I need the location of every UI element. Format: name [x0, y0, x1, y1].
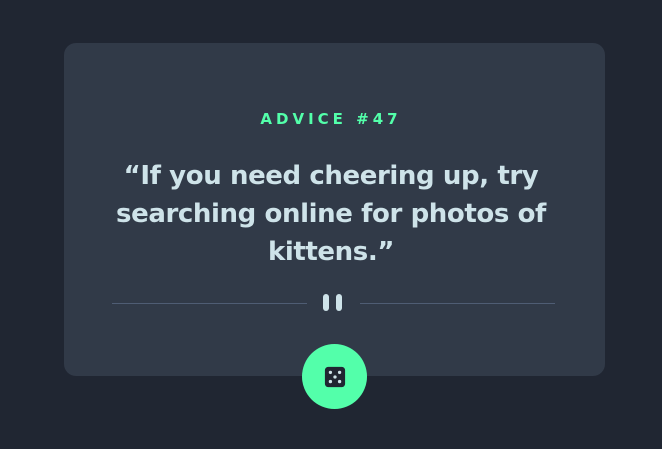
- advice-quote: “If you need cheering up, try searching …: [116, 161, 546, 267]
- pause-bar-right: [336, 294, 342, 311]
- generate-advice-button[interactable]: [302, 344, 367, 409]
- divider-line-left: [112, 303, 307, 304]
- dice-icon: [324, 366, 345, 387]
- pause-icon: [323, 294, 344, 312]
- pause-bar-left: [323, 294, 329, 311]
- advice-id: ADVICE #47: [260, 110, 402, 128]
- divider-line-right: [360, 303, 555, 304]
